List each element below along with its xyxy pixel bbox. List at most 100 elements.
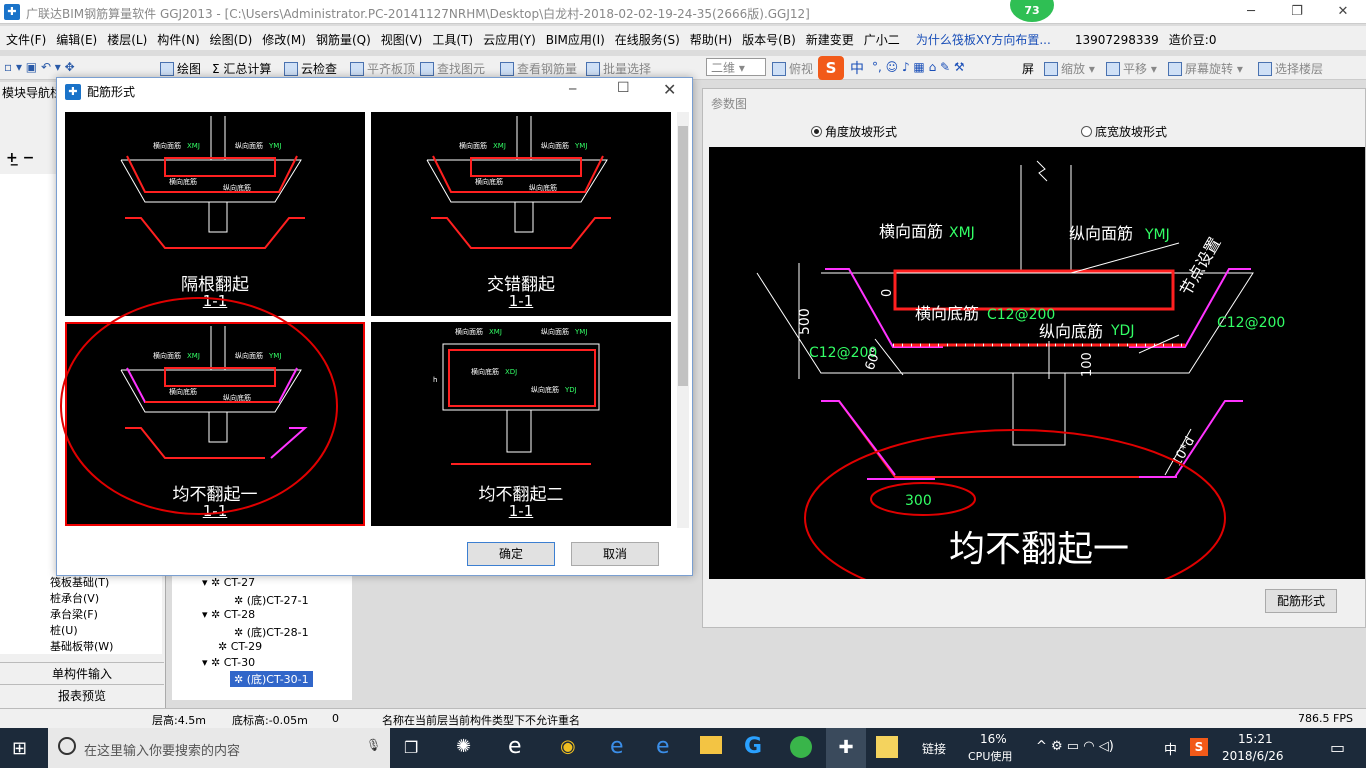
taskbar-link-label[interactable]: 链接 [922,740,946,757]
dialog-scroll-thumb[interactable] [678,126,688,386]
ime-indicator[interactable]: 中 [1164,739,1177,758]
start-button[interactable]: ⊞ [12,738,27,759]
tool-select-floor[interactable]: 选择楼层 [1258,60,1323,77]
option-alternate-bend[interactable]: 横向面筋 XMJ 纵向面筋 YMJ 横向底筋 纵向底筋 隔根翻起 1-1 [65,112,365,316]
view-mode-select[interactable]: 二维 ▾ [706,58,766,76]
menu-cloud[interactable]: 云应用(Y) [477,26,540,48]
tree-item-ct28-1[interactable]: ✲ (底)CT-28-1 [234,624,309,640]
radio-angle-icon [811,126,822,137]
tree-node-pile-cap[interactable]: 桩承台(V) [50,590,99,606]
dialog-minimize-button[interactable]: ─ [569,82,576,96]
tree-item-ct27[interactable]: ▾ ✲ CT-27 [202,576,255,589]
tool-top-view[interactable]: 俯视 [772,60,813,77]
tool-pan[interactable]: 平移 ▾ [1106,60,1157,77]
radio-angle-slope[interactable]: 角度放坡形式 [811,123,897,140]
tool-draw[interactable]: 绘图 [160,60,201,77]
tree-node-raft[interactable]: 筏板基础(T) [50,574,109,590]
close-button[interactable]: ✕ [1320,0,1366,24]
menu-draw[interactable]: 绘图(D) [204,26,257,48]
tree-item-ct29[interactable]: ✲ CT-29 [218,640,262,653]
report-preview-button[interactable]: 报表预览 [0,684,164,706]
tool-screen[interactable]: 屏 [1022,60,1034,77]
notes-app-icon[interactable] [876,736,898,758]
fan-app-icon[interactable]: ✺ [456,736,471,757]
dialog-close-button[interactable]: ✕ [663,80,676,99]
diagram-hdj-label: 横向底筋 [915,304,979,323]
tool-batch-select[interactable]: 批量选择 [586,60,651,77]
minimize-button[interactable]: ─ [1228,0,1274,24]
toolbar-file-icons[interactable]: ▫ ▾ ▣ ↶ ▾ ✥ [4,60,75,74]
tree-item-ct30[interactable]: ▾ ✲ CT-30 [202,656,255,669]
single-component-input-button[interactable]: 单构件输入 [0,662,164,684]
radio-width-slope[interactable]: 底宽放坡形式 [1081,123,1167,140]
active-app-icon[interactable]: ✚ [826,728,866,768]
option-staggered-bend[interactable]: 横向面筋 XMJ 纵向面筋 YMJ 横向底筋 纵向底筋 交错翻起 1-1 [371,112,671,316]
option-no-bend-two[interactable]: 横向面筋 XMJ 纵向面筋 YMJ 横向底筋 XDJ 纵向底筋 YDJ h 均不翻起二 … [371,322,671,526]
dialog-scrollbar[interactable] [677,112,689,528]
menu-component[interactable]: 构件(N) [151,26,203,48]
task-view-icon[interactable]: ❐ [404,738,418,757]
menu-rebar[interactable]: 钢筋量(Q) [310,26,375,48]
menu-modify[interactable]: 修改(M) [256,26,310,48]
svg-text:YMJ: YMJ [268,142,281,150]
sogou-tray-icon[interactable]: S [1190,738,1208,756]
ime-chinese-toggle[interactable]: 中 [850,58,864,78]
ie-icon[interactable]: e [508,734,522,759]
tree-node-strip[interactable]: 基础板带(W) [50,638,113,654]
clock-date[interactable]: 2018/6/26 [1222,749,1284,763]
tree-item-ct27-1[interactable]: ✲ (底)CT-27-1 [234,592,309,608]
rebar-form-button[interactable]: 配筋形式 [1265,589,1337,613]
ok-button[interactable]: 确定 [467,542,555,566]
menu-assistant[interactable]: 广小二 [858,26,904,48]
browser-green-icon[interactable] [790,736,812,758]
menu-file[interactable]: 文件(F) [0,26,50,48]
tool-cloud-check[interactable]: 云检查 [284,60,337,77]
sogou-ime-icon[interactable]: S [818,56,844,80]
menu-tools[interactable]: 工具(T) [426,26,477,48]
glodon-g-icon[interactable]: G [744,734,762,759]
dialog-maximize-button[interactable]: ☐ [617,80,630,96]
menu-floor[interactable]: 楼层(L) [101,26,151,48]
menu-help[interactable]: 帮助(H) [684,26,736,48]
menu-view[interactable]: 视图(V) [375,26,427,48]
menu-edit[interactable]: 编辑(E) [50,26,101,48]
tree-node-cap-beam[interactable]: 承台梁(F) [50,606,98,622]
tree-node-pile[interactable]: 桩(U) [50,622,78,638]
tray-icons[interactable]: ^ ⚙ ▭ ◠ ◁) [1036,739,1114,754]
menu-cost-beans[interactable]: 造价豆:0 [1163,26,1221,48]
svg-text:纵向底筋: 纵向底筋 [223,183,251,192]
status-fps: 786.5 FPS [1298,712,1353,725]
diagram-ydj-label: YDJ [1110,323,1134,339]
tree-item-ct30-1[interactable]: ✲ (底)CT-30-1 [230,671,313,687]
notification-center-icon[interactable]: ▭ [1330,738,1345,757]
app-bell-icon[interactable]: ◉ [560,736,576,757]
edge-icon[interactable]: e [610,734,624,759]
svg-text:XMJ: XMJ [187,142,200,150]
nav-tree-toolbar[interactable]: +̲ − [6,150,34,166]
microphone-icon[interactable]: 🎙 [366,738,381,752]
ime-tools-icon[interactable]: °, ☺ ♪ ▦ ⌂ ✎ ⚒ [872,60,965,74]
tree-item-ct28[interactable]: ▾ ✲ CT-28 [202,608,255,621]
ie2-icon[interactable]: e [656,734,670,759]
taskbar: ⊞ 在这里输入你要搜索的内容 🎙 ❐ ✺ e ◉ e e G ✚ 链接 16% … [0,728,1366,768]
taskbar-search-box[interactable]: 在这里输入你要搜索的内容 🎙 [48,728,390,768]
svg-text:纵向底筋: 纵向底筋 [223,393,251,402]
folder-icon[interactable] [700,736,722,754]
tool-zoom[interactable]: 缩放 ▾ [1044,60,1095,77]
menu-bim[interactable]: BIM应用(I) [540,26,609,48]
tool-view-rebar[interactable]: 查看钢筋量 [500,60,577,77]
menu-new-change[interactable]: 新建变更 [800,26,858,48]
tool-rotate[interactable]: 屏幕旋转 ▾ [1168,60,1243,77]
select-floor-icon [1258,62,1272,76]
menu-version[interactable]: 版本号(B) [736,26,800,48]
maximize-button[interactable]: ❐ [1274,0,1320,24]
menu-news-link[interactable]: 为什么筏板XY方向布置... [904,26,1055,48]
tool-flat-top[interactable]: 平齐板顶 [350,60,415,77]
tool-find[interactable]: 查找图元 [420,60,485,77]
cancel-button[interactable]: 取消 [571,542,659,566]
tool-sum[interactable]: Σ 汇总计算 [212,60,271,77]
clock-time[interactable]: 15:21 [1238,732,1273,746]
option-no-bend-one[interactable]: 横向面筋 XMJ 纵向面筋 YMJ 横向底筋 纵向底筋 均不翻起一 1-1 [65,322,365,526]
menu-online[interactable]: 在线服务(S) [609,26,684,48]
menu-account[interactable]: 13907298339 [1055,28,1163,47]
